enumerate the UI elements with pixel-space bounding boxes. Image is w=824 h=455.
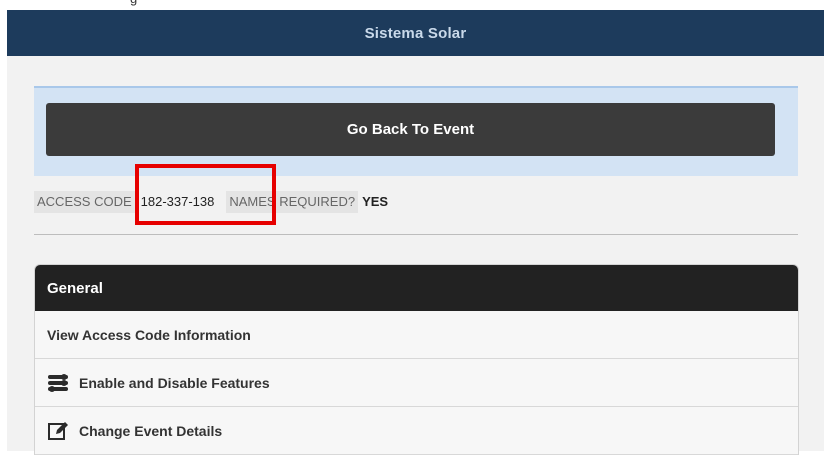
enable-disable-features-item[interactable]: Enable and Disable Features xyxy=(35,359,798,407)
highlight-box xyxy=(135,164,276,225)
clipped-text-fragment: g xyxy=(130,0,137,6)
back-panel: Go Back To Event xyxy=(34,86,798,176)
view-access-code-info-item[interactable]: View Access Code Information xyxy=(35,311,798,359)
divider xyxy=(34,234,798,235)
general-card: General View Access Code Information Ena… xyxy=(34,264,799,455)
toggles-icon xyxy=(47,372,69,394)
app-header: Sistema Solar xyxy=(7,10,824,56)
page-content: Go Back To Event ACCESS CODE 182-337-138… xyxy=(7,56,824,455)
card-header: General xyxy=(35,265,798,311)
edit-icon xyxy=(47,420,69,442)
top-strip: g xyxy=(0,0,824,10)
go-back-to-event-button[interactable]: Go Back To Event xyxy=(46,103,775,156)
change-event-details-item[interactable]: Change Event Details xyxy=(35,407,798,455)
access-code-label: ACCESS CODE xyxy=(34,191,135,213)
item-label: Enable and Disable Features xyxy=(79,374,270,391)
item-label: Change Event Details xyxy=(79,422,223,439)
page-title: Sistema Solar xyxy=(364,24,467,42)
item-label: View Access Code Information xyxy=(47,326,251,343)
names-required-value: YES xyxy=(362,194,389,209)
